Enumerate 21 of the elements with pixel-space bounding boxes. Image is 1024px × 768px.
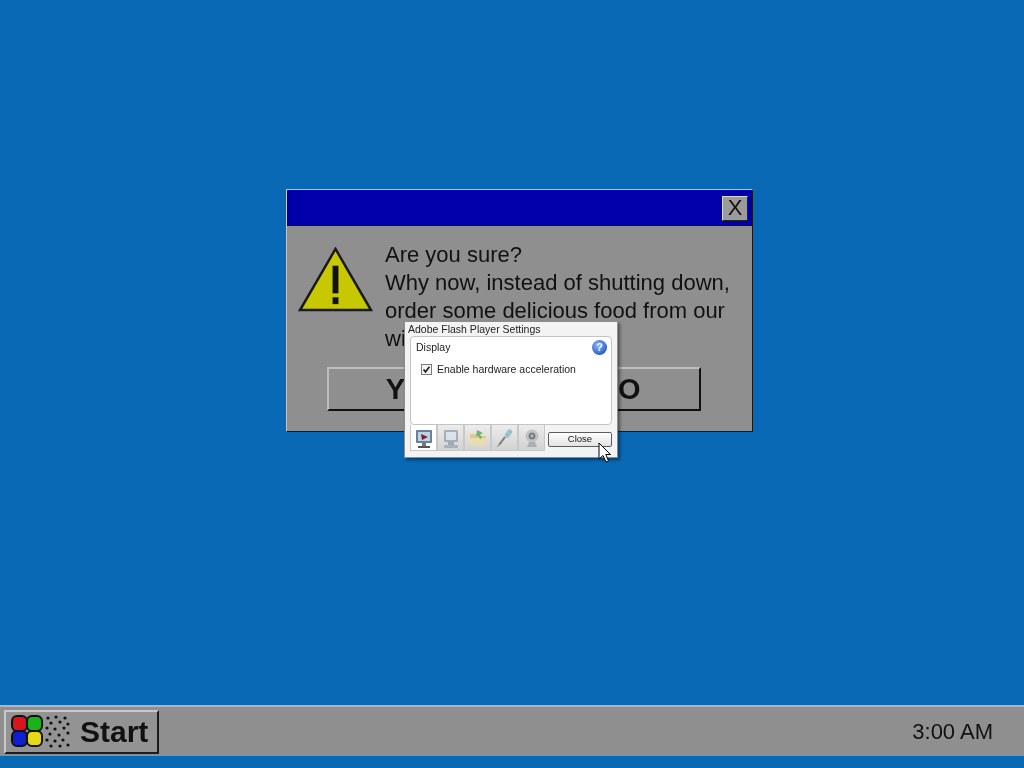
logo-icon <box>10 713 72 750</box>
monitor-icon <box>413 427 434 448</box>
dialog-button[interactable]: Y <box>327 367 406 411</box>
message-line: Why now, instead of shutting down, <box>385 269 730 297</box>
settings-tab[interactable] <box>410 425 437 451</box>
dialog-button[interactable]: O <box>618 367 701 411</box>
settings-tab[interactable] <box>518 425 545 451</box>
microphone-icon <box>494 427 515 448</box>
folder-icon <box>467 427 488 448</box>
start-button[interactable]: Start <box>4 709 159 754</box>
warning-icon <box>298 247 373 312</box>
close-button[interactable]: Close <box>548 431 612 447</box>
close-button[interactable]: X <box>722 195 748 221</box>
message-line: order some delicious food from our <box>385 297 725 325</box>
dialog-heading: Are you sure? <box>385 241 522 269</box>
checkbox-label: Enable hardware acceleration <box>437 361 576 377</box>
checkbox[interactable] <box>421 364 432 376</box>
section-title: Display <box>416 340 451 355</box>
clock-text: 3:00 AM <box>912 718 993 746</box>
dialog-title: Adobe Flash Player Settings <box>407 322 541 336</box>
message-line: wi <box>385 325 406 353</box>
